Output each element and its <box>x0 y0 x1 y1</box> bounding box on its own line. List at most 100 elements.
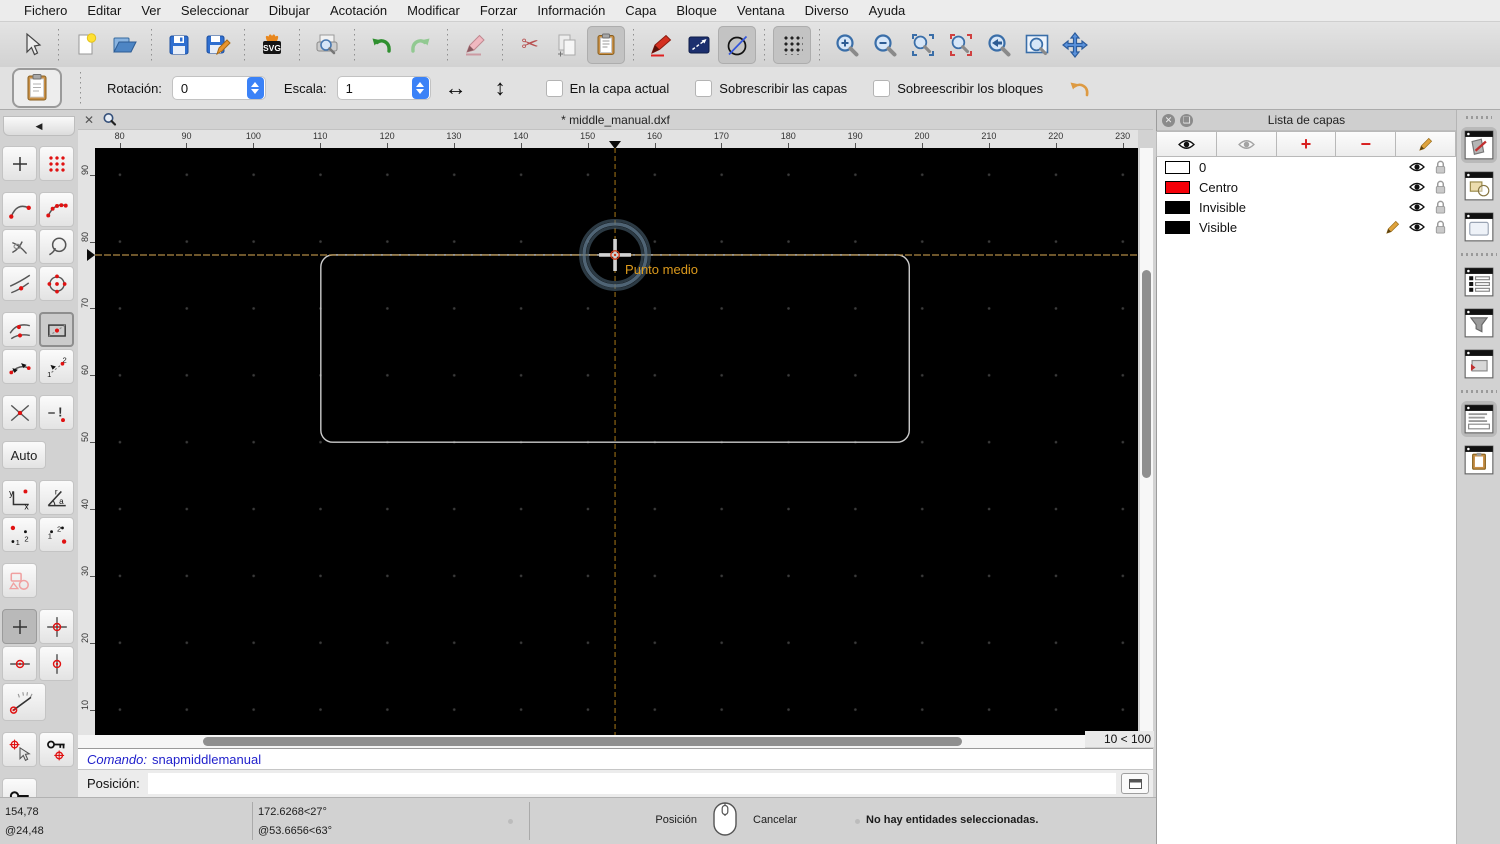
hide-all-layers-button[interactable] <box>1215 131 1277 157</box>
zoom-window-button[interactable] <box>1018 26 1056 64</box>
layer-visibility-icon[interactable] <box>1409 201 1425 213</box>
vertical-scrollbar[interactable] <box>1139 148 1153 733</box>
menu-seleccionar[interactable]: Seleccionar <box>171 3 259 18</box>
snap-nothing-button[interactable]: ! <box>39 395 74 430</box>
snap-distance-manual-button[interactable]: 12 <box>39 349 74 384</box>
coordinate-cartesian-button[interactable]: yx <box>2 480 37 515</box>
restrict-orthogonal-button[interactable] <box>39 609 74 644</box>
menu-bloque[interactable]: Bloque <box>666 3 726 18</box>
menu-fichero[interactable]: Fichero <box>14 3 77 18</box>
snap-intersection-auto-button[interactable] <box>2 229 37 264</box>
relative-point-1-button[interactable]: 12 <box>2 517 37 552</box>
menu-dibujar[interactable]: Dibujar <box>259 3 320 18</box>
scrollbar-thumb[interactable] <box>203 737 962 746</box>
flip-vertical-button[interactable]: ↕ <box>495 75 506 101</box>
edit-layer-button[interactable] <box>1395 131 1456 157</box>
layer-lock-icon[interactable] <box>1434 200 1447 214</box>
menu-acotación[interactable]: Acotación <box>320 3 397 18</box>
save-button[interactable] <box>160 26 198 64</box>
dock-entity-list-widget-button[interactable] <box>1461 264 1497 300</box>
zoom-out-button[interactable] <box>866 26 904 64</box>
new-document-button[interactable] <box>67 26 105 64</box>
snap-grid-button[interactable] <box>39 146 74 181</box>
select-arrow-button[interactable] <box>12 26 50 64</box>
checkbox-overwrite-blocks[interactable]: Sobreescribir los bloques <box>873 79 1043 97</box>
snap-on-entity-button[interactable] <box>39 192 74 227</box>
layer-lock-icon[interactable] <box>1434 160 1447 174</box>
open-document-button[interactable] <box>105 26 143 64</box>
checkbox-overwrite-layers[interactable]: Sobrescribir las capas <box>695 79 847 97</box>
dock-drag-handle[interactable] <box>1465 116 1492 119</box>
scrollbar-thumb[interactable] <box>1142 270 1151 478</box>
zoom-in-button[interactable] <box>828 26 866 64</box>
position-input[interactable] <box>147 773 1116 794</box>
circle-tool-button[interactable] <box>718 25 756 64</box>
layer-row[interactable]: Visible <box>1157 217 1456 237</box>
remove-layer-button[interactable]: − <box>1335 131 1397 157</box>
layer-color-swatch[interactable] <box>1165 160 1190 174</box>
snap-middle-manual-button[interactable] <box>39 312 74 347</box>
restrict-nothing-button[interactable] <box>2 609 37 644</box>
dock-views-widget-button[interactable] <box>1461 346 1497 382</box>
add-layer-button[interactable]: + <box>1275 131 1337 157</box>
menu-información[interactable]: Información <box>527 3 615 18</box>
layer-visibility-icon[interactable] <box>1409 221 1425 233</box>
layer-color-swatch[interactable] <box>1165 200 1190 214</box>
menu-modificar[interactable]: Modificar <box>397 3 470 18</box>
save-as-button[interactable] <box>198 26 236 64</box>
rotation-combobox[interactable]: 0 <box>171 76 266 100</box>
show-all-layers-button[interactable] <box>1156 131 1217 157</box>
dock-layer-widget-button[interactable] <box>1460 127 1497 163</box>
snap-auto-button[interactable]: Auto <box>2 441 46 469</box>
layer-row[interactable]: Invisible <box>1157 197 1456 217</box>
set-relative-zero-button[interactable] <box>2 732 37 767</box>
dock-library-widget-button[interactable] <box>1461 209 1497 245</box>
menu-ventana[interactable]: Ventana <box>727 3 795 18</box>
relative-point-2-button[interactable]: 12 <box>39 517 74 552</box>
checkbox-box[interactable] <box>873 79 891 97</box>
drawing-canvas[interactable]: Punto medio <box>95 148 1138 735</box>
snap-middle-button[interactable] <box>2 312 37 347</box>
delete-entities-button[interactable] <box>456 26 494 64</box>
zoom-previous-button[interactable] <box>980 26 1018 64</box>
layer-color-swatch[interactable] <box>1165 180 1190 194</box>
paste-button[interactable] <box>587 25 625 64</box>
checkbox-current-layer[interactable]: En la capa actual <box>545 79 669 97</box>
scale-combobox[interactable]: 1 <box>336 76 431 100</box>
snap-free-button[interactable] <box>2 146 37 181</box>
flip-horizontal-button[interactable]: ↔ <box>445 75 467 101</box>
snap-endpoints-button[interactable] <box>2 192 37 227</box>
cut-button[interactable]: ✂ <box>511 26 549 64</box>
snap-to-selection-button[interactable] <box>2 563 37 598</box>
undo-button[interactable] <box>363 26 401 64</box>
horizontal-scrollbar[interactable] <box>78 735 1085 748</box>
snap-distance-button[interactable] <box>2 349 37 384</box>
checkbox-box[interactable] <box>695 79 713 97</box>
dock-blocks-widget-button[interactable] <box>1461 168 1497 204</box>
menu-editar[interactable]: Editar <box>77 3 131 18</box>
layer-visibility-icon[interactable] <box>1409 161 1425 173</box>
menu-ayuda[interactable]: Ayuda <box>859 3 916 18</box>
snap-on-circle-button[interactable] <box>39 229 74 264</box>
copy-button[interactable] <box>549 26 587 64</box>
menu-forzar[interactable]: Forzar <box>470 3 528 18</box>
snap-intersection-button[interactable] <box>2 395 37 430</box>
toolbar-back-button[interactable]: ◀ <box>3 116 75 136</box>
restrict-vertical-button[interactable] <box>39 646 74 681</box>
print-preview-button[interactable] <box>308 26 346 64</box>
redo-button[interactable] <box>401 26 439 64</box>
attributes-pen-button[interactable] <box>642 26 680 64</box>
layer-visibility-icon[interactable] <box>1409 181 1425 193</box>
stepper-icon[interactable] <box>411 77 429 99</box>
zoom-selected-button[interactable] <box>942 26 980 64</box>
snap-angle-button[interactable] <box>2 683 46 721</box>
menu-diverso[interactable]: Diverso <box>795 3 859 18</box>
menu-ver[interactable]: Ver <box>131 3 171 18</box>
snap-center-button[interactable] <box>39 266 74 301</box>
layer-color-swatch[interactable] <box>1165 220 1190 234</box>
dock-filter-widget-button[interactable] <box>1461 305 1497 341</box>
snap-tangent-button[interactable] <box>2 266 37 301</box>
dock-command-widget-button[interactable] <box>1460 401 1497 437</box>
checkbox-box[interactable] <box>545 79 563 97</box>
dock-clipboard-widget-button[interactable] <box>1461 442 1497 478</box>
